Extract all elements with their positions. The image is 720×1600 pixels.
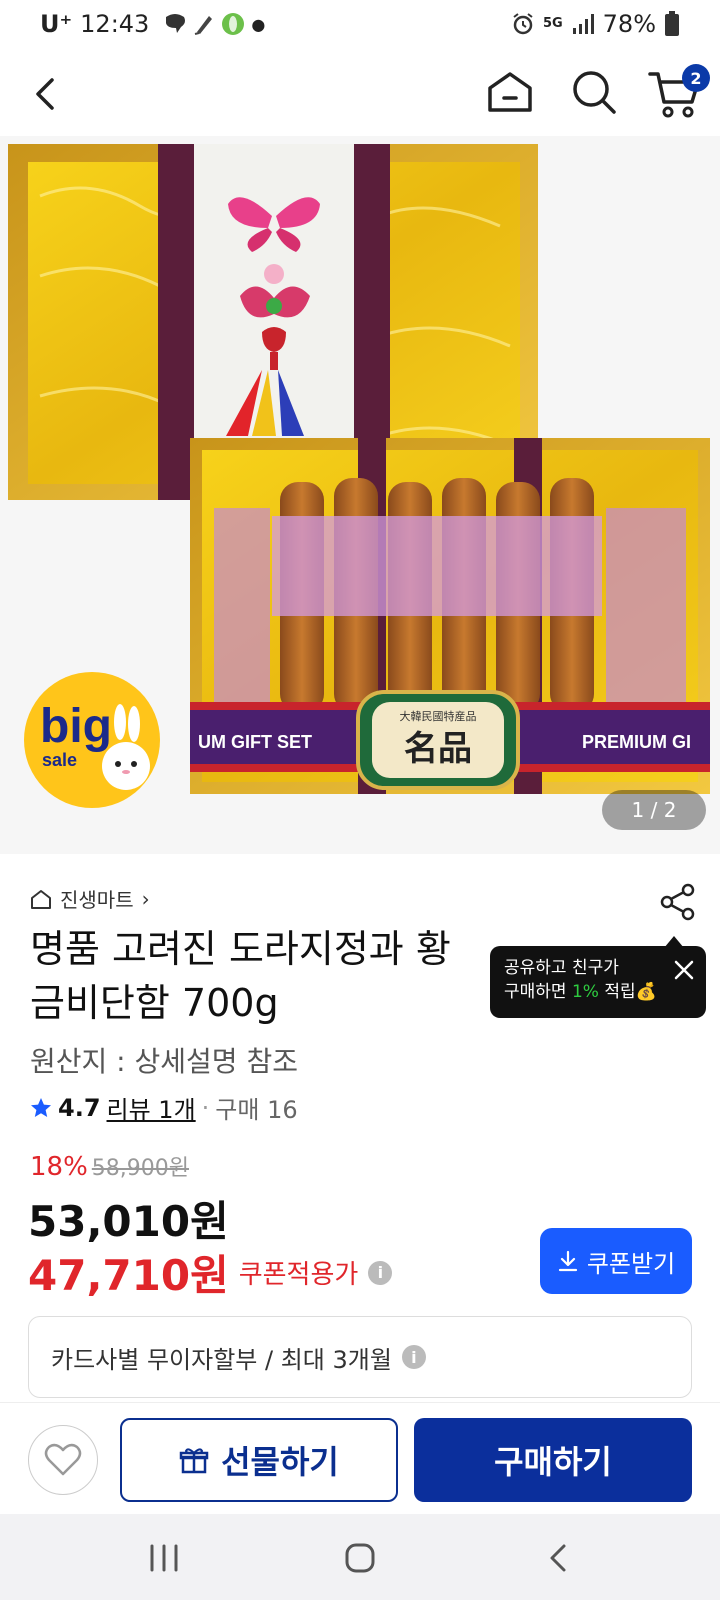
status-left: U⁺ 12:43 ● <box>40 10 265 38</box>
recent-apps-button[interactable] <box>144 1538 184 1578</box>
home-button[interactable] <box>484 66 536 118</box>
recent-apps-icon <box>150 1544 178 1572</box>
big-sale-badge: big sale <box>24 672 160 808</box>
rating-row: 4.7 리뷰 1개 · 구매 16 <box>30 1090 298 1125</box>
chat-bubble-icon <box>166 14 186 33</box>
heart-icon <box>44 1443 82 1476</box>
buy-label: 구매하기 <box>494 1443 612 1481</box>
installment-text: 카드사별 무이자할부 / 최대 3개월 <box>51 1345 392 1374</box>
origin-info: 원산지 : 상세설명 참조 <box>30 1045 298 1078</box>
cart-count-badge: 2 <box>682 64 710 92</box>
green-app-icon <box>222 13 245 35</box>
installment-info[interactable]: 카드사별 무이자할부 / 최대 3개월 i <box>28 1316 692 1398</box>
gift-button[interactable]: 선물하기 <box>120 1418 398 1502</box>
discount-rate: 18% <box>30 1152 88 1182</box>
status-right: 5G 78% <box>511 10 680 38</box>
separator-dot: · <box>201 1093 210 1122</box>
system-home-icon <box>345 1543 375 1573</box>
original-price: 58,900원 <box>91 1156 190 1181</box>
store-home-icon <box>31 889 51 909</box>
share-button[interactable] <box>658 882 698 922</box>
share-icon <box>660 883 695 921</box>
store-link[interactable]: 진생마트 › <box>30 884 150 913</box>
purchase-count: 구매 16 <box>215 1096 298 1124</box>
tooltip-close-button[interactable] <box>672 958 696 982</box>
status-bar: U⁺ 12:43 ● 5G 78% <box>0 0 720 52</box>
discount-row: 18% 58,900원 <box>30 1150 189 1182</box>
tooltip-line-1: 공유하고 친구가 <box>504 958 619 978</box>
sale-price: 53,010원 <box>28 1197 229 1246</box>
big-sale-sub: sale <box>42 750 77 770</box>
get-coupon-label: 쿠폰받기 <box>586 1249 676 1278</box>
bottom-action-bar: 선물하기 구매하기 <box>0 1402 720 1514</box>
system-back-button[interactable] <box>540 1538 580 1578</box>
clock: 12:43 <box>80 10 150 38</box>
back-button[interactable] <box>22 68 74 120</box>
rating-value: 4.7 <box>58 1093 101 1122</box>
battery-icon <box>665 11 679 36</box>
alarm-icon <box>513 13 533 35</box>
tooltip-percent: 1% <box>571 982 599 1002</box>
gift-set-banner-left: UM GIFT SET <box>198 732 312 752</box>
coupon-info-icon[interactable]: i <box>368 1260 393 1285</box>
gift-icon <box>179 1448 209 1474</box>
search-icon <box>573 71 616 114</box>
home-icon <box>488 72 532 112</box>
search-button[interactable] <box>568 66 620 118</box>
product-title: 명품 고려진 도라지정과 황금비단함 700g <box>30 927 451 1025</box>
big-sale-word: big <box>40 700 112 753</box>
pen-icon <box>195 16 213 35</box>
plaque-main-text: 名品 <box>404 729 472 769</box>
battery-percent: 78% <box>602 10 656 38</box>
close-icon <box>674 960 694 980</box>
signal-icon <box>572 14 594 34</box>
image-page-indicator: 1 / 2 <box>602 790 706 830</box>
chevron-left-icon <box>36 78 54 110</box>
notification-icons: ● <box>163 12 265 36</box>
coupon-price-row: 47,710원 쿠폰적용가 i <box>28 1242 393 1303</box>
system-home-button[interactable] <box>340 1538 380 1578</box>
tooltip-line-2: 구매하면 1% 적립💰 <box>504 980 692 1004</box>
carrier-label: U⁺ <box>40 10 73 38</box>
star-icon <box>31 1097 51 1117</box>
system-back-icon <box>550 1544 566 1572</box>
wishlist-button[interactable] <box>28 1425 98 1495</box>
get-coupon-button[interactable]: 쿠폰받기 <box>540 1228 692 1294</box>
tooltip-line-2-prefix: 구매하면 <box>504 982 572 1002</box>
plaque-top-text: 大韓民國特産品 <box>400 709 477 723</box>
tooltip-line-2-suffix: 적립💰 <box>598 982 657 1002</box>
buy-button[interactable]: 구매하기 <box>414 1418 692 1502</box>
store-name: 진생마트 <box>60 888 134 912</box>
coupon-price-label: 쿠폰적용가 <box>238 1260 359 1290</box>
chevron-right-icon: › <box>141 886 150 911</box>
more-notifications-dot: ● <box>251 14 266 34</box>
download-icon <box>558 1250 577 1272</box>
network-type-label: 5G <box>542 16 563 31</box>
gift-label: 선물하기 <box>221 1443 339 1481</box>
coupon-price: 47,710원 <box>28 1251 229 1300</box>
gift-set-banner-right: PREMIUM GI <box>582 732 691 752</box>
system-navigation-bar <box>0 1514 720 1600</box>
review-link[interactable]: 리뷰 1개 <box>107 1090 196 1125</box>
top-app-bar <box>0 52 720 136</box>
installment-info-icon[interactable]: i <box>401 1345 426 1369</box>
